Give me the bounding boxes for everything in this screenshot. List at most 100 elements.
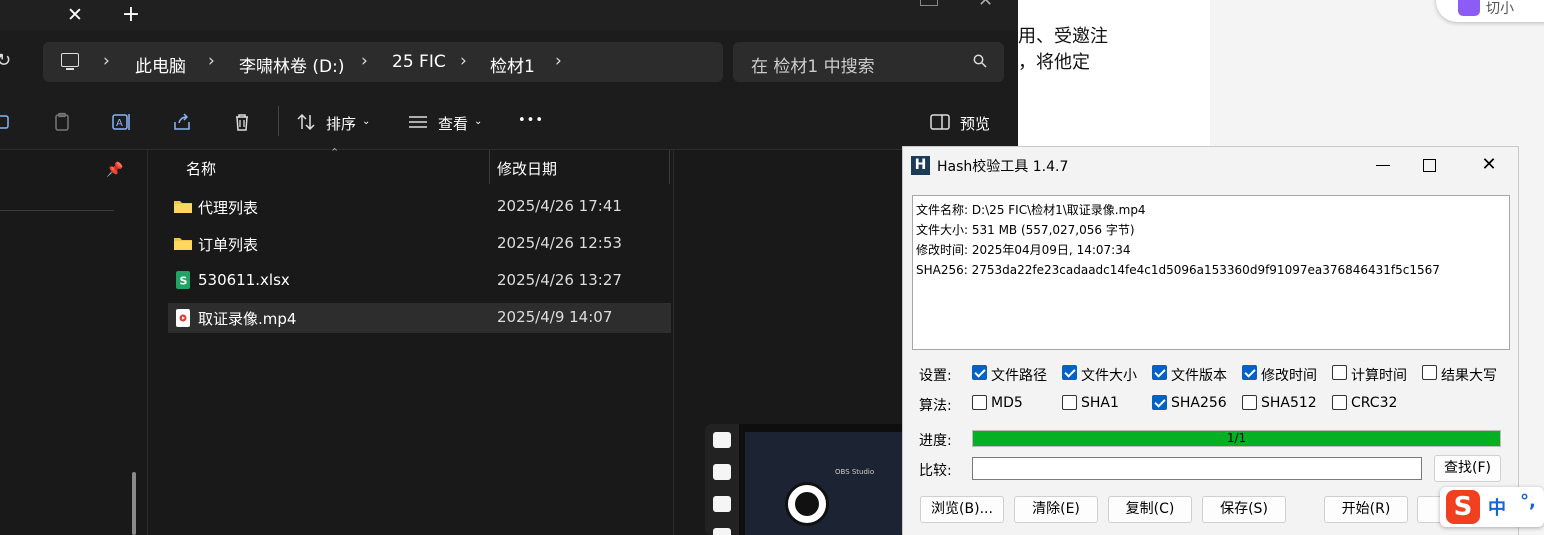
search-icon[interactable] [973,54,987,68]
result-line: 修改时间: 2025年04月09日, 14:07:34 [916,243,1131,257]
obs-title: OBS Studio [835,468,875,476]
checkbox-modified-time-label[interactable]: 修改时间 [1261,365,1317,385]
breadcrumb-this-pc[interactable]: 此电脑 [135,52,186,77]
checkbox-sha256-label[interactable]: SHA256 [1171,395,1227,411]
checkbox-sha1-label[interactable]: SHA1 [1081,395,1119,411]
close-window-button[interactable]: ✕ [978,0,993,11]
breadcrumb-drive-d[interactable]: 李啸林卷 (D:) [239,52,345,77]
hash-result-textarea[interactable]: 文件名称: D:\25 FIC\检材1\取证录像.mp4 文件大小: 531 M… [912,195,1510,350]
rename-icon[interactable] [0,112,14,132]
film-strip [705,424,739,535]
hash-tool-window: H Hash校验工具 1.4.7 ✕ 文件名称: D:\25 FIC\检材1\取… [902,146,1519,535]
checkbox-crc32-label[interactable]: CRC32 [1351,395,1397,411]
file-row-selected[interactable]: 取证录像.mp4 2025/4/9 14:07 [168,303,671,333]
breadcrumb-separator-icon: › [555,51,562,71]
film-hole [713,496,731,512]
refresh-icon[interactable]: ↻ [0,52,14,70]
start-button[interactable]: 开始(R) [1324,496,1408,523]
column-header-modified[interactable]: 修改日期 [497,158,557,179]
checkbox-uppercase[interactable] [1422,365,1437,380]
checkbox-sha512[interactable] [1242,395,1257,410]
minimize-button[interactable] [1369,153,1397,177]
breadcrumb-25-fic[interactable]: 25 FIC [392,52,446,72]
delete-icon[interactable] [232,112,252,132]
file-name: 取证录像.mp4 [198,310,297,328]
assistant-chip[interactable]: 切小 [1436,0,1544,22]
breadcrumb-jiancai1[interactable]: 检材1 [490,52,535,77]
checkbox-md5[interactable] [972,395,987,410]
breadcrumb-separator-icon: › [103,51,110,71]
checkbox-file-path-label[interactable]: 文件路径 [991,365,1047,385]
browse-button[interactable]: 浏览(B)... [920,496,1004,523]
file-row[interactable]: S 530611.xlsx 2025/4/26 13:27 [168,266,671,296]
hash-app-icon: H [911,156,930,175]
nav-divider [0,210,114,211]
navigation-pane: 📌 [0,150,148,535]
sort-button[interactable]: 排序 [326,113,356,134]
checkbox-md5-label[interactable]: MD5 [991,395,1023,411]
copy-button[interactable]: 复制(C) [1108,496,1192,523]
search-input[interactable]: 在 检材1 中搜索 [733,42,1004,82]
checkbox-calc-time-label[interactable]: 计算时间 [1351,365,1407,385]
file-date: 2025/4/26 17:41 [497,197,622,215]
file-date: 2025/4/26 13:27 [497,271,622,289]
svg-text:S: S [180,275,188,288]
file-row[interactable]: 订单列表 2025/4/26 12:53 [168,229,671,259]
checkbox-calc-time[interactable] [1332,365,1347,380]
view-icon[interactable] [408,112,428,132]
obs-video-thumbnail[interactable]: OBS Studio [705,424,905,535]
checkbox-file-path[interactable] [972,365,987,380]
clear-button[interactable]: 清除(E) [1014,496,1098,523]
checkbox-uppercase-label[interactable]: 结果大写 [1441,365,1497,385]
checkbox-file-version[interactable] [1152,365,1167,380]
ime-mode-toggle[interactable]: 中 [1488,494,1506,520]
restore-window-button[interactable] [920,0,938,6]
result-line: SHA256: 2753da22fe23cadaadc14fe4c1d5096a… [916,263,1440,277]
computer-icon [61,53,79,70]
checkbox-file-size-label[interactable]: 文件大小 [1081,365,1137,385]
checkbox-sha1[interactable] [1062,395,1077,410]
checkbox-file-version-label[interactable]: 文件版本 [1171,365,1227,385]
file-date: 2025/4/9 14:07 [497,308,613,326]
column-divider[interactable] [489,150,490,184]
breadcrumb-separator-icon: › [208,51,215,71]
film-hole [713,464,731,480]
ime-punct-toggle[interactable]: °, [1520,491,1536,512]
close-button[interactable]: ✕ [1475,153,1503,177]
pin-icon[interactable]: 📌 [106,162,123,178]
chevron-down-icon: ⌄ [474,116,483,127]
maximize-button[interactable] [1415,153,1443,177]
compare-input[interactable] [972,457,1422,480]
new-tab-button[interactable]: + [118,2,144,28]
file-row[interactable]: 代理列表 2025/4/26 17:41 [168,192,671,222]
film-hole [713,528,731,535]
close-tab-button[interactable]: ✕ [62,2,88,28]
result-line: 文件大小: 531 MB (557,027,056 字节) [916,223,1135,237]
file-list: ⌃ 名称 修改日期 代理列表 2025/4/26 17:41 订单列表 2025… [148,146,673,535]
rename-text-icon[interactable]: A [112,112,132,132]
find-button[interactable]: 查找(F) [1434,455,1501,482]
preview-button[interactable]: 预览 [960,113,990,134]
column-header: ⌃ 名称 修改日期 [148,146,673,184]
view-button[interactable]: 查看 [438,113,468,134]
address-bar[interactable]: › 此电脑 › 李啸林卷 (D:) › 25 FIC › 检材1 › [43,42,723,82]
paste-icon[interactable] [52,112,72,132]
nav-scrollbar[interactable] [132,472,136,535]
ime-toolbar[interactable]: S 中 °, [1440,487,1544,527]
checkbox-sha256[interactable] [1152,395,1167,410]
checkbox-file-size[interactable] [1062,365,1077,380]
checkbox-sha512-label[interactable]: SHA512 [1261,395,1317,411]
checkbox-modified-time[interactable] [1242,365,1257,380]
file-name: 530611.xlsx [198,271,290,289]
save-button[interactable]: 保存(S) [1202,496,1286,523]
more-options-button[interactable]: ••• [518,113,544,128]
sort-icon[interactable] [296,112,316,132]
preview-pane-icon[interactable] [930,112,950,132]
document-text-line: ，将他定 [1018,52,1090,73]
column-header-name[interactable]: 名称 [186,158,216,179]
checkbox-crc32[interactable] [1332,395,1347,410]
column-divider[interactable] [669,150,670,184]
document-text-line: 用、受邀注 [1018,26,1108,47]
share-icon[interactable] [172,112,192,132]
sort-ascending-icon: ⌃ [330,146,340,159]
